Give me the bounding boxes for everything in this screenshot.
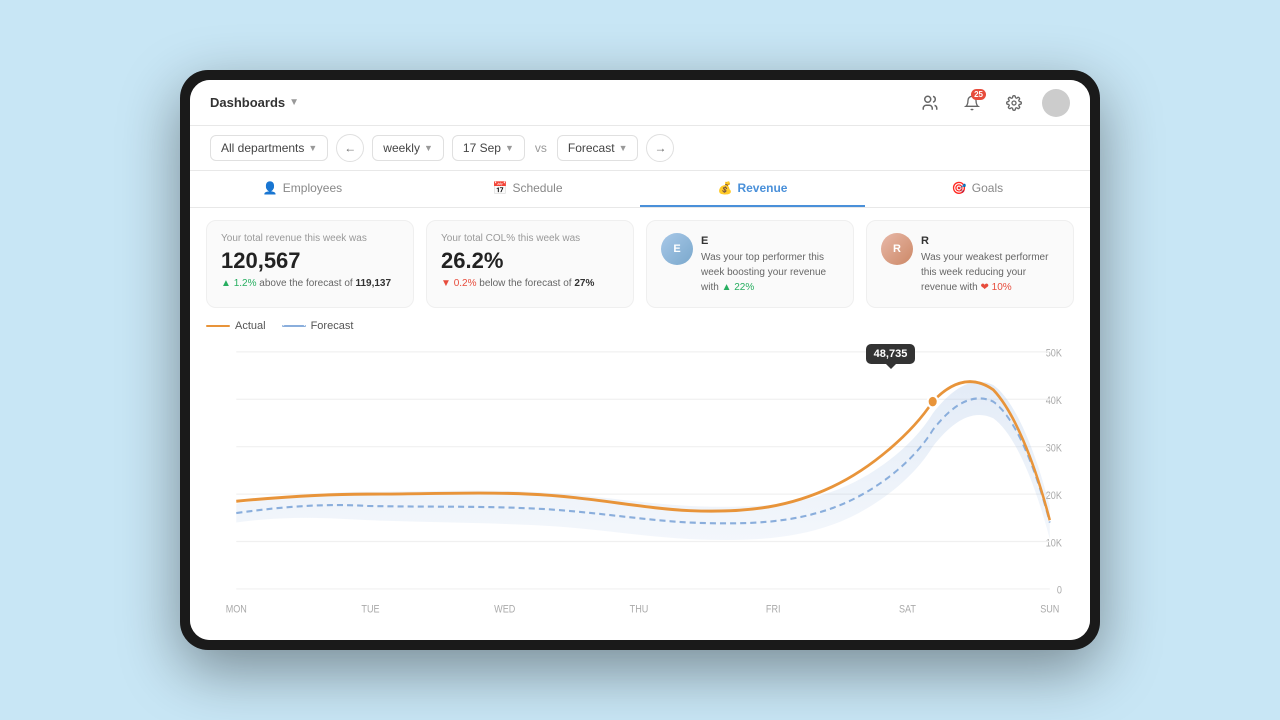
col-trend-text: below the forecast of [479,278,574,289]
tab-goals[interactable]: 🎯 Goals [865,171,1090,207]
tab-goals-label: Goals [972,181,1003,195]
svg-text:10K: 10K [1046,537,1063,549]
settings-icon[interactable] [1000,89,1028,117]
revenue-value: 120,567 [221,248,399,274]
department-chevron: ▼ [308,143,317,153]
top-performer-card: E E Was your top performer this week boo… [646,220,854,308]
department-select[interactable]: All departments ▼ [210,135,328,161]
tooltip-dot [928,395,938,407]
header-actions: 25 [916,89,1070,117]
top-performer-initial: E [701,233,839,250]
actual-legend-label: Actual [235,320,266,332]
svg-text:30K: 30K [1046,442,1063,454]
actual-legend-line [206,325,230,327]
chart-wrapper: 48,735 50K 40K 30K 20K 10K 0 [206,340,1074,625]
weak-performer-avatar: R [881,233,913,265]
goals-icon: 🎯 [952,181,967,195]
schedule-icon: 📅 [493,181,508,195]
weak-performer-info: R Was your weakest performer this week r… [921,233,1059,295]
col-trend-pct: 0.2% [454,278,477,289]
revenue-icon: 💰 [718,181,733,195]
period-chevron: ▼ [424,143,433,153]
tab-bar: 👤 Employees 📅 Schedule 💰 Revenue 🎯 Goals [190,171,1090,208]
weak-performer-initial: R [921,233,1059,250]
main-content: Your total revenue this week was 120,567… [190,208,1090,640]
svg-text:SAT: SAT [899,604,916,616]
col-label: Your total COL% this week was [441,233,619,244]
employees-icon: 👤 [263,181,278,195]
col-value: 26.2% [441,248,619,274]
top-performer-info: E Was your top performer this week boost… [701,233,839,295]
title-chevron: ▼ [289,97,299,108]
revenue-chart: 50K 40K 30K 20K 10K 0 [206,340,1074,625]
tab-revenue[interactable]: 💰 Revenue [640,171,865,207]
col-trend-icon: ▼ [441,278,454,289]
svg-text:40K: 40K [1046,395,1063,407]
top-performer-avatar: E [661,233,693,265]
weak-performer-trend: ❤ 10% [980,282,1011,293]
col-sub: ▼ 0.2% below the forecast of 27% [441,278,619,289]
toolbar: All departments ▼ ← weekly ▼ 17 Sep ▼ vs… [190,126,1090,171]
svg-text:WED: WED [494,604,515,616]
title-text: Dashboards [210,95,285,110]
notification-badge: 25 [971,89,986,100]
forecast-legend-label: Forecast [311,320,354,332]
tab-employees-label: Employees [283,181,342,195]
weak-performer-card: R R Was your weakest performer this week… [866,220,1074,308]
col-card: Your total COL% this week was 26.2% ▼ 0.… [426,220,634,308]
revenue-trend-icon: ▲ [221,278,234,289]
stat-cards-row: Your total revenue this week was 120,567… [190,208,1090,320]
svg-text:SUN: SUN [1040,604,1059,616]
svg-text:THU: THU [630,604,649,616]
forecast-legend: Forecast [282,320,354,332]
date-select[interactable]: 17 Sep ▼ [452,135,525,161]
chart-area: Actual Forecast 48,735 50K 40 [190,320,1090,641]
user-avatar[interactable] [1042,89,1070,117]
revenue-card: Your total revenue this week was 120,567… [206,220,414,308]
period-select[interactable]: weekly ▼ [372,135,444,161]
tab-schedule[interactable]: 📅 Schedule [415,171,640,207]
compare-chevron: ▼ [619,143,628,153]
tab-revenue-label: Revenue [737,181,787,195]
svg-text:FRI: FRI [766,604,781,616]
date-chevron: ▼ [505,143,514,153]
tab-schedule-label: Schedule [512,181,562,195]
vs-label: vs [533,141,549,155]
chart-legend: Actual Forecast [206,320,1074,332]
revenue-trend-pct: 1.2% [234,278,257,289]
top-performer-trend: ▲ 22% [722,282,755,293]
prev-period-button[interactable]: ← [336,134,364,162]
svg-text:0: 0 [1057,585,1063,597]
notification-icon[interactable]: 25 [958,89,986,117]
svg-text:TUE: TUE [361,604,380,616]
revenue-sub: ▲ 1.2% above the forecast of 119,137 [221,278,399,289]
svg-text:MON: MON [226,604,247,616]
actual-legend: Actual [206,320,266,332]
svg-text:50K: 50K [1046,347,1063,359]
revenue-label: Your total revenue this week was [221,233,399,244]
compare-select[interactable]: Forecast ▼ [557,135,639,161]
screen: Dashboards ▼ 25 [190,80,1090,640]
people-icon[interactable] [916,89,944,117]
next-period-button[interactable]: → [646,134,674,162]
tab-employees[interactable]: 👤 Employees [190,171,415,207]
header: Dashboards ▼ 25 [190,80,1090,126]
col-forecast: 27% [574,278,594,289]
top-performer-label: Was your top performer this week boostin… [701,252,826,293]
forecast-legend-line [282,325,306,327]
device-frame: Dashboards ▼ 25 [180,70,1100,650]
revenue-trend-text: above the forecast of [259,278,355,289]
dashboard-title[interactable]: Dashboards ▼ [210,95,299,110]
revenue-forecast: 119,137 [355,278,391,289]
